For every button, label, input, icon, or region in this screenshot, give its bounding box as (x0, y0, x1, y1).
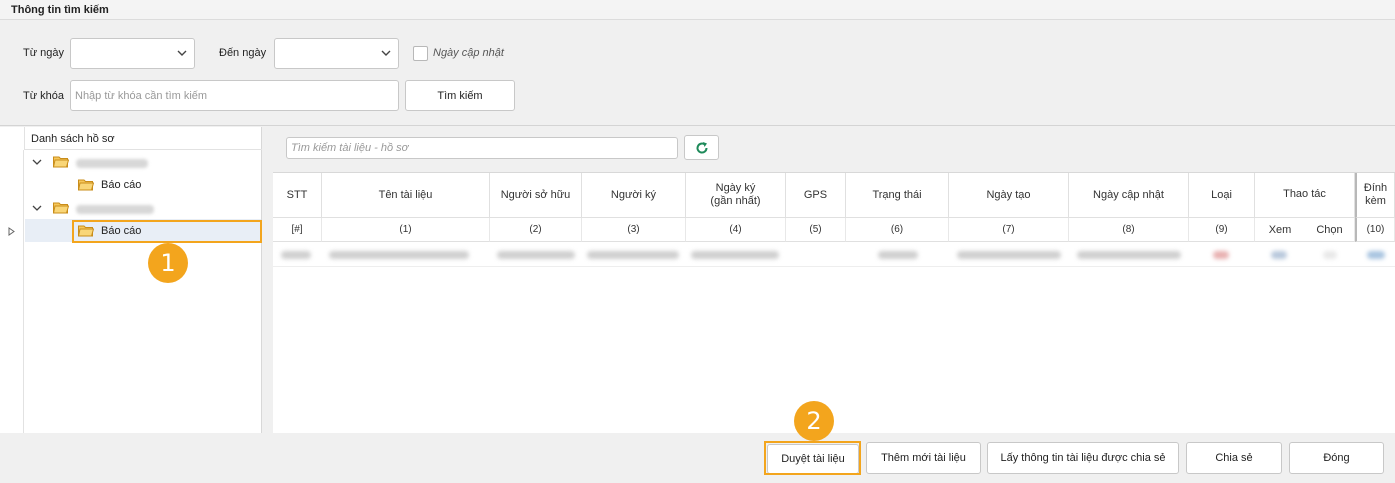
updated-date-checkbox[interactable] (413, 46, 428, 61)
redacted-folder-name[interactable] (76, 205, 154, 214)
column-header[interactable]: Người ký (582, 173, 686, 218)
refresh-icon (696, 141, 708, 154)
redacted-cell (957, 251, 1061, 259)
row-indicator-column (0, 150, 24, 433)
folder-open-icon (78, 179, 94, 191)
tree-header: Danh sách hồ sơ (24, 127, 262, 150)
highlight-box (72, 220, 262, 243)
search-panel-title: Thông tin tìm kiếm (0, 0, 1395, 20)
attachment-icon[interactable] (1367, 251, 1385, 259)
step-badge-2: 2 (794, 401, 834, 441)
folder-open-icon (53, 202, 69, 214)
column-header[interactable]: Ngày tạo (949, 173, 1069, 218)
column-header[interactable]: Ngày cập nhật (1069, 173, 1189, 218)
column-number: (4) (686, 218, 786, 242)
from-date-label: Từ ngày (23, 47, 64, 59)
column-number: (7) (949, 218, 1069, 242)
document-grid: STT Tên tài liệu Người sở hữu Người ký N… (273, 172, 1395, 433)
column-number: (1) (322, 218, 490, 242)
column-sub-view: Xem (1255, 218, 1305, 242)
close-button[interactable]: Đóng (1289, 442, 1384, 474)
column-header[interactable]: Ngày ký (gần nhất) (686, 173, 786, 218)
row-pointer-icon (8, 227, 15, 236)
choose-checkbox[interactable] (1323, 251, 1337, 259)
column-header[interactable]: Thao tác (1255, 173, 1355, 218)
table-row[interactable] (273, 243, 1395, 267)
redacted-cell (1077, 251, 1181, 259)
redacted-cell (878, 251, 918, 259)
column-number: (3) (582, 218, 686, 242)
column-number: (10) (1355, 218, 1395, 242)
column-header[interactable]: Tên tài liệu (322, 173, 490, 218)
chevron-down-icon[interactable] (177, 49, 187, 57)
column-header[interactable]: Trạng thái (846, 173, 949, 218)
document-search-input[interactable]: Tìm kiếm tài liệu - hồ sơ (286, 137, 678, 159)
to-date-label: Đến ngày (219, 47, 267, 59)
keyword-input[interactable]: Nhập từ khóa cần tìm kiếm (70, 80, 399, 111)
column-number: (5) (786, 218, 846, 242)
type-icon (1213, 251, 1229, 259)
column-number: (8) (1069, 218, 1189, 242)
chevron-down-icon[interactable] (32, 204, 42, 212)
action-bar: Duyệt tài liệu Thêm mới tài liệu Lấy thô… (0, 433, 1395, 483)
search-button[interactable]: Tìm kiếm (405, 80, 515, 111)
column-number: (2) (490, 218, 582, 242)
redacted-cell (587, 251, 679, 259)
column-number: [#] (273, 218, 322, 242)
column-header[interactable]: Người sở hữu (490, 173, 582, 218)
column-header[interactable]: STT (273, 173, 322, 218)
column-sub-choose: Chọn (1305, 218, 1355, 242)
folder-open-icon (53, 156, 69, 168)
document-grid-panel: Tìm kiếm tài liệu - hồ sơ STT Tên tài li… (273, 127, 1395, 433)
share-button[interactable]: Chia sẻ (1186, 442, 1282, 474)
column-number: (6) (846, 218, 949, 242)
column-header[interactable]: Loại (1189, 173, 1255, 218)
tree-panel: Danh sách hồ sơ Báo cáo Báo cáo (0, 127, 262, 433)
view-icon[interactable] (1271, 251, 1287, 259)
column-header[interactable]: Đính kèm (1355, 173, 1395, 218)
tree-item-label[interactable]: Báo cáo (101, 179, 141, 191)
updated-date-label: Ngày cập nhật (433, 47, 504, 59)
column-number: (9) (1189, 218, 1255, 242)
from-date-picker[interactable] (70, 38, 195, 69)
refresh-button[interactable] (684, 135, 719, 160)
search-panel: Thông tin tìm kiếm Từ ngày Đến ngày Ngày… (0, 0, 1395, 126)
highlight-box (764, 441, 861, 475)
chevron-down-icon[interactable] (381, 49, 391, 57)
keyword-label: Từ khóa (23, 90, 64, 102)
redacted-cell (329, 251, 469, 259)
redacted-cell (497, 251, 575, 259)
redacted-cell (691, 251, 779, 259)
redacted-cell (281, 251, 311, 259)
get-shared-documents-button[interactable]: Lấy thông tin tài liệu được chia sẻ (987, 442, 1179, 474)
add-document-button[interactable]: Thêm mới tài liệu (866, 442, 981, 474)
column-header[interactable]: GPS (786, 173, 846, 218)
to-date-picker[interactable] (274, 38, 399, 69)
chevron-down-icon[interactable] (32, 158, 42, 166)
step-badge-1: 1 (148, 243, 188, 283)
redacted-folder-name[interactable] (76, 159, 148, 168)
